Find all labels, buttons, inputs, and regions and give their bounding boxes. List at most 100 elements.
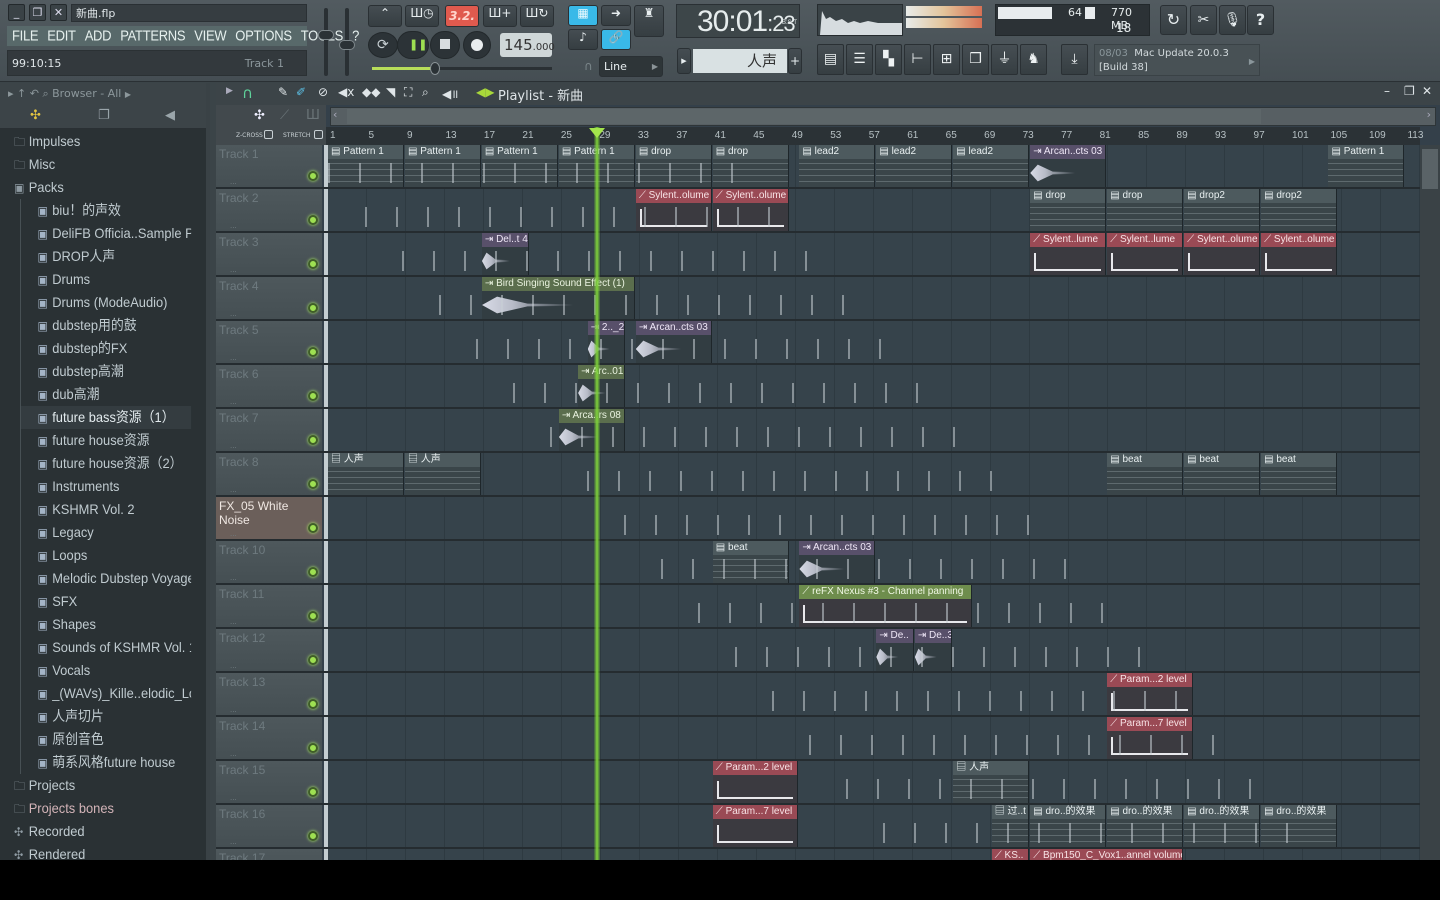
playlist-clip[interactable]: ▤ drop2 <box>1261 189 1338 231</box>
browser-item[interactable]: ▣ KSHMR Vol. 2 <box>20 498 191 521</box>
browser-item[interactable]: ▣ Vocals <box>20 659 191 682</box>
track-enable-led[interactable] <box>308 567 318 577</box>
track-options-icon[interactable]: ... <box>230 353 237 362</box>
browser-window-icon[interactable]: ⊢ <box>904 44 931 75</box>
master-volume-slider[interactable] <box>318 8 334 76</box>
playlist-clip[interactable]: ⟋ Bpm150_C_Vox1..annel volume <box>1030 849 1184 860</box>
track-lane[interactable]: ▤ beat ⇥ Arcan..cts 03 <box>328 541 1420 583</box>
pattern-clip-icon[interactable]: Ш <box>306 108 320 123</box>
track-enable-led[interactable] <box>308 259 318 269</box>
track-options-icon[interactable]: ... <box>230 221 237 230</box>
track-lane[interactable]: ▤ Pattern 1 ▤ Pattern 1 ▤ Pattern 1 ▤ Patte… <box>328 145 1420 187</box>
stretch-checkbox[interactable] <box>314 130 323 139</box>
typing-keyboard-icon[interactable]: ▦ <box>568 5 598 26</box>
track-enable-led[interactable] <box>308 611 318 621</box>
playlist-clip[interactable]: ▤ drop <box>1030 189 1107 231</box>
scroll-left-icon[interactable]: ‹ <box>333 108 337 121</box>
browser-item[interactable]: ▣ 人声切片 <box>20 705 191 728</box>
tab-all-icon[interactable]: ✣ <box>30 108 41 123</box>
scroll-right-icon[interactable]: › <box>1427 108 1431 121</box>
scroll-thumb[interactable] <box>347 109 1261 124</box>
snap-magnet-icon[interactable]: ∩ <box>242 84 253 102</box>
track-header[interactable]: Track 3... <box>216 233 322 275</box>
playlist-clip[interactable]: ⇥ De.. <box>876 629 914 671</box>
browser-item[interactable]: ▣ 原创音色 <box>20 728 191 751</box>
track-enable-led[interactable] <box>308 347 318 357</box>
microphone-icon[interactable]: 🎙 <box>1219 5 1246 35</box>
minimize-button[interactable]: _ <box>8 4 25 21</box>
pause-button[interactable]: ❚❚ <box>397 31 429 59</box>
track-lane[interactable]: ⟋ Param...7 level ▤ 过..t ▤ dro..的效果 ▤ dro..… <box>328 805 1420 847</box>
playlist-clip[interactable]: ▤ drop <box>1107 189 1184 231</box>
track-enable-led[interactable] <box>308 435 318 445</box>
browser-item[interactable]: ▣ Shapes <box>20 613 191 636</box>
playlist-clip[interactable]: ▤ beat <box>1184 453 1261 495</box>
track-options-icon[interactable]: ... <box>230 793 237 802</box>
track-options-icon[interactable]: ... <box>230 309 237 318</box>
playlist-clip[interactable]: ▤ lead2 <box>799 145 876 187</box>
browser-item[interactable]: ▣ DROP人声 <box>20 245 191 268</box>
browser-item[interactable]: ▣ dubstep的FX <box>20 337 191 360</box>
playlist-clip[interactable]: ▤ 人声 <box>953 761 1030 803</box>
paint-tool-icon[interactable]: ✐ <box>296 85 306 99</box>
playlist-clip[interactable]: ▤ 人声 <box>404 453 481 495</box>
up-icon[interactable]: ↑ <box>17 87 26 100</box>
browser-item[interactable]: ▣ Loops <box>20 544 191 567</box>
track-header[interactable]: Track 7... <box>216 409 322 451</box>
channel-rack-icon[interactable]: ☰ <box>846 44 873 75</box>
step-icon[interactable]: ♪ <box>568 29 598 50</box>
vertical-scrollbar[interactable] <box>1420 145 1440 860</box>
playlist-clip[interactable]: ▤ lead2 <box>953 145 1030 187</box>
menu-view[interactable]: VIEW <box>189 25 230 47</box>
playlist-clip[interactable]: ⟋ Sylent..olume <box>712 189 789 231</box>
mixer-icon[interactable]: ⊞ <box>933 44 960 75</box>
playlist-clip[interactable]: ▤ Pattern 1 <box>1328 145 1405 187</box>
link-icon[interactable]: 🔗 <box>601 29 631 50</box>
pl-restore-icon[interactable]: ❐ <box>1404 84 1415 98</box>
track-lane[interactable]: ⟋ Sylent..olume ⟋ Sylent..olume ▤ drop ▤ dr… <box>328 189 1420 231</box>
playlist-clip[interactable]: ⇥ Arcan..cts 03 <box>1030 145 1107 187</box>
track-enable-led[interactable] <box>308 743 318 753</box>
track-options-icon[interactable]: ... <box>230 749 237 758</box>
track-options-icon[interactable]: ... <box>230 573 237 582</box>
browser-item[interactable]: ▣ dubstep用的鼓 <box>20 314 191 337</box>
download-icon[interactable]: ⤓ <box>1061 44 1088 75</box>
track-lane[interactable]: ⇥ Bird Singing Sound Effect (1) <box>328 277 1420 319</box>
playlist-clip[interactable]: ⟋ Param...2 level <box>1107 673 1193 715</box>
track-lane[interactable]: ⟋ Param...7 level <box>328 717 1420 759</box>
wait-input-icon[interactable]: Ш◷ <box>405 5 439 27</box>
audio-clip-icon[interactable]: ✣ <box>254 108 265 123</box>
metronome-icon[interactable]: ⌃ <box>368 5 402 27</box>
record-button[interactable] <box>463 31 491 59</box>
playlist-clip[interactable]: ▤ beat <box>1107 453 1184 495</box>
restore-button[interactable]: ❐ <box>29 4 46 21</box>
track-enable-led[interactable] <box>308 171 318 181</box>
track-options-icon[interactable]: ... <box>230 177 237 186</box>
track-options-icon[interactable]: ... <box>230 265 237 274</box>
track-header[interactable]: Track 13... <box>216 673 322 715</box>
playlist-clip[interactable]: ▤ beat <box>1261 453 1338 495</box>
browser-item[interactable]: ▣ SFX <box>20 590 191 613</box>
track-lane[interactable]: ⇥ Arca..rs 08 <box>328 409 1420 451</box>
playlist-clip[interactable]: ⟋ Sylent..olume <box>1261 233 1338 275</box>
browser-item[interactable]: ▣ future house资源（2） <box>20 452 191 475</box>
undo-icon[interactable]: ↻ <box>1160 5 1187 35</box>
pattern-prev-button[interactable]: ▶ <box>677 48 691 74</box>
playlist-clip[interactable]: ⟋ Param...2 level <box>712 761 799 803</box>
track-options-icon[interactable]: ... <box>230 441 237 450</box>
menu-add[interactable]: ADD <box>80 25 116 47</box>
main-knob-icon[interactable]: ♜ <box>634 5 664 37</box>
step-edit-icon[interactable]: Ш+ <box>483 5 517 27</box>
pl-minimize-icon[interactable]: – <box>1384 84 1390 98</box>
browser-item[interactable]: ▣ Legacy <box>20 521 191 544</box>
track-options-icon[interactable]: ... <box>230 485 237 494</box>
playlist-clip[interactable]: ▤ lead2 <box>876 145 953 187</box>
track-header[interactable]: Track 11... <box>216 585 322 627</box>
menu-file[interactable]: FILE <box>7 25 42 47</box>
master-pitch-knob[interactable] <box>339 39 355 50</box>
playlist-clip[interactable]: ⟋ KS.. <box>991 849 1030 860</box>
browser-item[interactable]: ▣ Drums (ModeAudio) <box>20 291 191 314</box>
track-lane[interactable]: ▤ 人声 ▤ 人声 ▤ beat ▤ beat ▤ beat <box>328 453 1420 495</box>
menu-edit[interactable]: EDIT <box>42 25 79 47</box>
track-options-icon[interactable]: ... <box>230 529 237 538</box>
